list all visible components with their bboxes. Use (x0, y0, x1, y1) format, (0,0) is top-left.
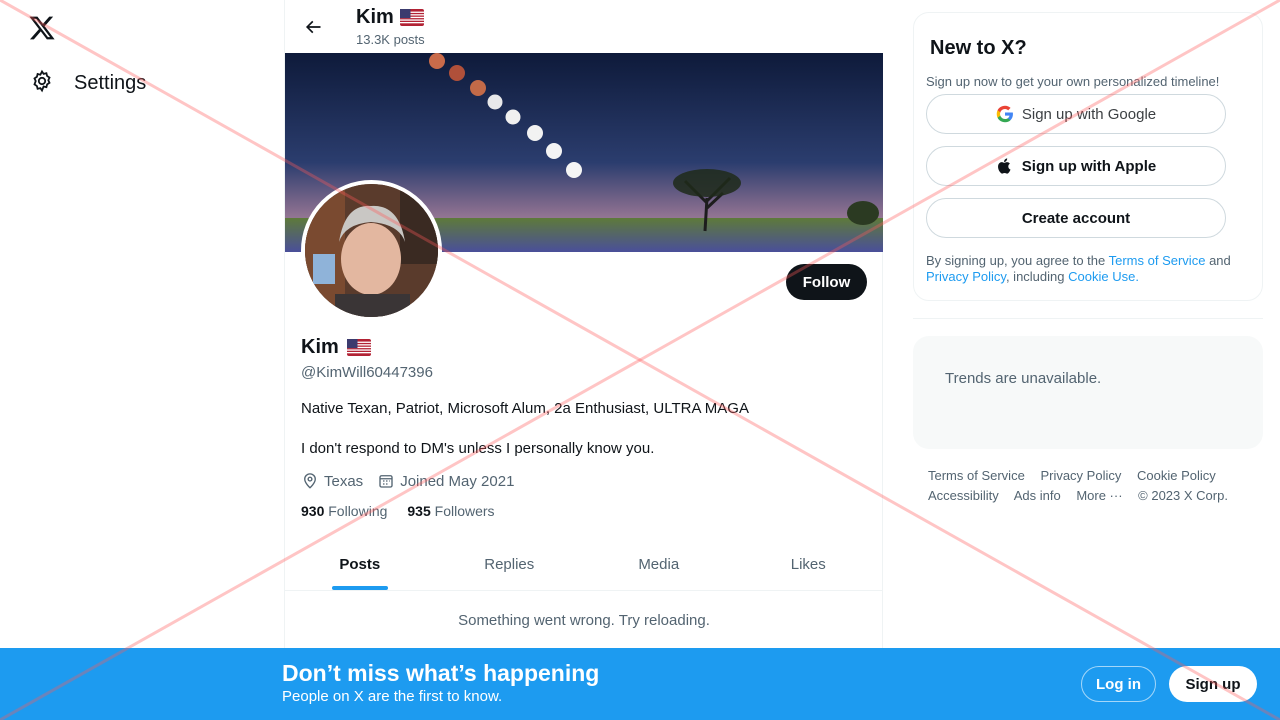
left-nav: Settings (0, 0, 284, 720)
profile-joined: Joined May 2021 (377, 472, 514, 490)
terms-prefix: By signing up, you agree to the (926, 253, 1106, 268)
signup-banner-title: Don’t miss what’s happening (282, 660, 600, 686)
footer-link[interactable]: Accessibility (928, 488, 999, 503)
us-flag-icon (399, 9, 424, 26)
profile-column: Kim 13.3K posts Follow Kim @KimWill60447… (284, 0, 883, 720)
trends-panel: Trends are unavailable. (913, 336, 1263, 449)
following-label: Following (328, 503, 388, 519)
profile-bio-line-2: I don't respond to DM's unless I persona… (301, 440, 655, 457)
profile-bio-line-1: Native Texan, Patriot, Microsoft Alum, 2… (301, 400, 749, 417)
signup-google-button[interactable]: Sign up with Google (926, 94, 1226, 134)
back-button[interactable] (299, 13, 327, 41)
nav-settings-label: Settings (74, 71, 147, 94)
profile-name: Kim (301, 336, 371, 359)
footer-link[interactable]: Privacy Policy (1040, 468, 1121, 483)
signup-apple-button[interactable]: Sign up with Apple (926, 146, 1226, 186)
signup-banner: Don’t miss what’s happening People on X … (0, 648, 1280, 720)
calendar-icon (379, 475, 393, 488)
following-link[interactable]: 930 Following (301, 503, 387, 519)
signup-banner-subtitle: People on X are the first to know. (282, 688, 503, 705)
follow-button[interactable]: Follow (786, 264, 867, 300)
followers-label: Followers (434, 503, 495, 519)
apple-icon (997, 158, 1011, 174)
profile-handle: @KimWill60447396 (301, 364, 433, 381)
followers-link[interactable]: 935 Followers (407, 503, 494, 519)
footer-link[interactable]: Cookie Policy (1137, 468, 1216, 483)
signup-google-label: Sign up with Google (1021, 105, 1157, 123)
signup-card: New to X? Sign up now to get your own pe… (913, 12, 1263, 301)
profile-counts: 930 Following 935 Followers (301, 503, 495, 519)
back-arrow-icon (305, 20, 321, 34)
create-account-button[interactable]: Create account (926, 198, 1226, 238)
header-posts-count: 13.3K posts (356, 32, 425, 47)
signup-apple-label: Sign up with Apple (1021, 157, 1157, 175)
profile-display-name: Kim (301, 336, 339, 358)
profile-joined-text: Joined May 2021 (400, 472, 515, 490)
signup-terms: By signing up, you agree to the Terms of… (926, 253, 1246, 285)
footer-links: Terms of Service Privacy Policy Cookie P… (928, 466, 1248, 506)
sidebar-divider (913, 318, 1263, 319)
terms-and: and (1209, 253, 1231, 268)
profile-location: Texas (301, 472, 363, 490)
header-title: Kim (356, 6, 424, 29)
header-name: Kim (356, 6, 394, 28)
profile-avatar[interactable] (301, 180, 442, 321)
signup-card-subtitle: Sign up now to get your own personalized… (926, 74, 1220, 89)
footer-copyright: © 2023 X Corp. (1138, 488, 1228, 503)
tab-replies[interactable]: Replies (435, 538, 585, 590)
profile-tabs: Posts Replies Media Likes (285, 538, 883, 591)
login-button[interactable]: Log in (1081, 666, 1156, 702)
terms-of-service-link[interactable]: Terms of Service (1109, 253, 1206, 268)
followers-count: 935 (407, 503, 431, 519)
following-count: 930 (301, 503, 325, 519)
location-pin-icon (304, 473, 316, 489)
trends-unavailable-text: Trends are unavailable. (945, 370, 1102, 387)
cookie-use-link[interactable]: Cookie Use. (1068, 269, 1139, 284)
footer-link[interactable]: Terms of Service (928, 468, 1025, 483)
google-icon (996, 105, 1013, 123)
profile-meta: Texas Joined May 2021 (301, 472, 514, 490)
nav-settings[interactable]: Settings (24, 64, 152, 102)
profile-location-text: Texas (324, 472, 364, 490)
us-flag-icon (346, 339, 371, 356)
footer-more-link[interactable]: More ··· (1076, 488, 1122, 503)
signup-card-title: New to X? (930, 37, 1027, 59)
profile-header-bar: Kim 13.3K posts (285, 0, 883, 53)
gear-icon (30, 69, 54, 98)
tab-posts[interactable]: Posts (285, 538, 435, 590)
signup-button[interactable]: Sign up (1169, 666, 1257, 702)
x-logo-icon[interactable] (28, 14, 56, 42)
tab-media[interactable]: Media (584, 538, 734, 590)
terms-including: , including (1005, 269, 1065, 284)
privacy-policy-link[interactable]: Privacy Policy (926, 269, 1006, 284)
tab-likes[interactable]: Likes (734, 538, 884, 590)
timeline-error: Something went wrong. Try reloading. (458, 612, 710, 629)
footer-link[interactable]: Ads info (1014, 488, 1061, 503)
